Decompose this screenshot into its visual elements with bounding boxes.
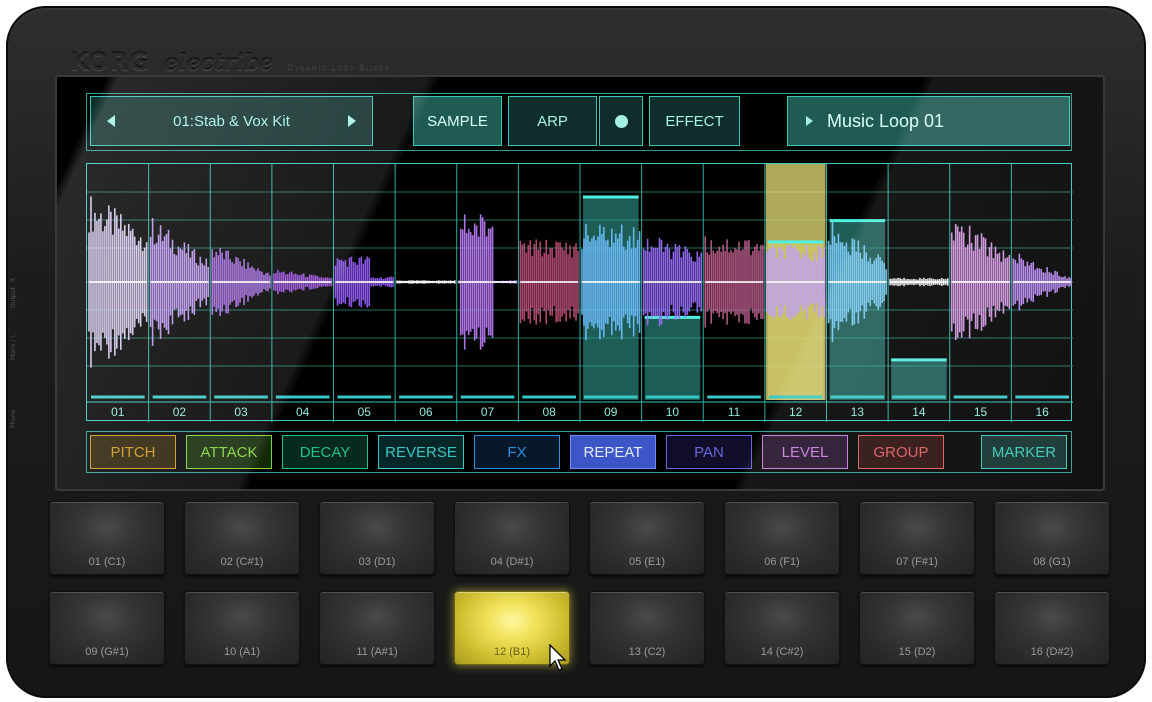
pad-08[interactable]: 08 (G1) — [994, 501, 1110, 575]
pad-16[interactable]: 16 (D#2) — [994, 591, 1110, 665]
triangle-right-icon — [806, 116, 813, 126]
pad-15[interactable]: 15 (D2) — [859, 591, 975, 665]
slice-waveform — [396, 280, 456, 284]
mouse-cursor-icon — [549, 644, 567, 671]
pad-03[interactable]: 03 (D1) — [319, 501, 435, 575]
param-pan-button[interactable]: PAN — [666, 435, 752, 469]
slice-label-08[interactable]: 08 — [518, 404, 580, 420]
pad-05[interactable]: 05 (E1) — [589, 501, 705, 575]
side-label-output: Output — [10, 287, 17, 308]
slice-waveform — [889, 277, 949, 287]
side-label-mono: Mono / L — [10, 334, 17, 361]
pad-label: 06 (F1) — [764, 556, 800, 568]
slice-label-13[interactable]: 13 — [827, 404, 889, 420]
loop-selector[interactable]: Music Loop 01 — [787, 96, 1070, 146]
pad-14[interactable]: 14 (C#2) — [724, 591, 840, 665]
pad-01[interactable]: 01 (C1) — [49, 501, 165, 575]
arp-button[interactable]: ARP — [508, 96, 597, 146]
slice-waveform — [1012, 253, 1072, 311]
slice-label-09[interactable]: 09 — [580, 404, 642, 420]
pad-label: 05 (E1) — [628, 556, 666, 568]
model-name: electribe — [164, 50, 274, 76]
pad-label: 10 (A1) — [223, 646, 261, 658]
pad-label: 09 (G#1) — [85, 646, 129, 658]
pad-label: 11 (A#1) — [356, 646, 398, 658]
slice-waveform — [704, 236, 764, 328]
pad-label: 08 (G1) — [1033, 556, 1071, 568]
slice-waveform — [950, 224, 1011, 340]
param-pitch-button[interactable]: PITCH — [90, 435, 176, 469]
pad-label: 07 (F#1) — [896, 556, 938, 568]
pad-label: 16 (D#2) — [1030, 646, 1074, 658]
param-decay-button[interactable]: DECAY — [282, 435, 368, 469]
param-group-button[interactable]: GROUP — [858, 435, 944, 469]
slice-waveform — [642, 237, 703, 327]
slice-waveform — [334, 256, 394, 308]
slice-waveform — [88, 196, 148, 368]
pad-10[interactable]: 10 (A1) — [184, 591, 300, 665]
brand-name: KORG — [70, 48, 151, 76]
slice-label-03[interactable]: 03 — [210, 404, 272, 420]
waveform-svg — [87, 164, 1073, 422]
kit-selector[interactable]: 01:Stab & Vox Kit — [90, 96, 373, 146]
slice-label-10[interactable]: 10 — [642, 404, 704, 420]
param-level-button[interactable]: LEVEL — [762, 435, 848, 469]
brand-tagline: Dynamic Loop Slicer — [287, 63, 391, 72]
pad-11[interactable]: 11 (A#1) — [319, 591, 435, 665]
slice-level-bar — [644, 317, 701, 400]
pad-04[interactable]: 04 (D#1) — [454, 501, 570, 575]
slice-level-bar — [891, 359, 947, 400]
slice-waveform — [211, 247, 271, 317]
param-repeat-button[interactable]: REPEAT — [570, 435, 656, 469]
slice-label-01[interactable]: 01 — [87, 404, 149, 420]
display-screen: 01:Stab & Vox Kit SAMPLE ARP EFFECT Musi… — [55, 75, 1105, 491]
param-attack-button[interactable]: ATTACK — [186, 435, 272, 469]
slice-waveform-area[interactable]: 01 02 03 04 05 06 07 08 09 10 11 12 13 14 15 16 — [86, 163, 1073, 422]
pad-label: 15 (D2) — [898, 646, 936, 658]
slice-label-15[interactable]: 15 — [950, 404, 1012, 420]
loop-label: Music Loop 01 — [827, 110, 945, 131]
pad-label: 04 (D#1) — [490, 556, 534, 568]
slice-label-02[interactable]: 02 — [149, 404, 211, 420]
pad-label: 02 (C#1) — [220, 556, 264, 568]
arp-toggle-button[interactable] — [599, 96, 643, 146]
pad-06[interactable]: 06 (F1) — [724, 501, 840, 575]
pad-09[interactable]: 09 (G#1) — [49, 591, 165, 665]
pad-07[interactable]: 07 (F#1) — [859, 501, 975, 575]
slice-label-06[interactable]: 06 — [395, 404, 457, 420]
param-fx-button[interactable]: FX — [474, 435, 560, 469]
pad-label: 03 (D1) — [358, 556, 396, 568]
slice-waveform — [149, 218, 210, 346]
kit-label: 01:Stab & Vox Kit — [173, 112, 290, 130]
brand-logo: KORG electribe Dynamic Loop Slicer — [70, 48, 391, 76]
pad-02[interactable]: 02 (C#1) — [184, 501, 300, 575]
slice-label-07[interactable]: 07 — [457, 404, 519, 420]
sample-button[interactable]: SAMPLE — [413, 96, 502, 146]
slice-waveform — [519, 239, 579, 325]
slice-label-04[interactable]: 04 — [272, 404, 334, 420]
slice-label-05[interactable]: 05 — [334, 404, 396, 420]
slice-waveform — [457, 214, 518, 350]
slice-label-12[interactable]: 12 — [765, 404, 827, 420]
param-marker-button[interactable]: MARKER — [981, 435, 1067, 469]
side-label-r: R — [10, 277, 17, 282]
slice-label-14[interactable]: 14 — [888, 404, 950, 420]
pad-label: 01 (C1) — [88, 556, 126, 568]
effect-button[interactable]: EFFECT — [649, 96, 740, 146]
pad-label: 13 (C2) — [628, 646, 666, 658]
triangle-left-icon[interactable] — [107, 115, 115, 127]
slice-label-11[interactable]: 11 — [703, 404, 765, 420]
param-reverse-button[interactable]: REVERSE — [378, 435, 464, 469]
side-label-phone: Phone — [10, 409, 17, 428]
slice-waveform — [273, 269, 333, 295]
slice-label-16[interactable]: 16 — [1011, 404, 1073, 420]
triangle-right-icon[interactable] — [348, 115, 356, 127]
pad-13[interactable]: 13 (C2) — [589, 591, 705, 665]
dot-icon — [614, 114, 628, 128]
side-jack-labels: R Output Mono / L Phone — [6, 250, 26, 450]
pad-label: 14 (C#2) — [760, 646, 804, 658]
